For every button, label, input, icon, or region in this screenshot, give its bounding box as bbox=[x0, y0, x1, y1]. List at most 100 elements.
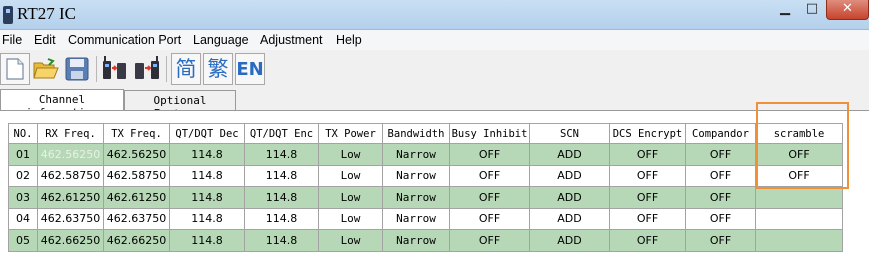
cell-qt-enc[interactable]: 114.8 bbox=[244, 164, 319, 187]
col-scn-header[interactable]: SCN bbox=[529, 123, 610, 144]
cell-rx-freq[interactable]: 462.56250 bbox=[37, 143, 104, 166]
cell-compandor[interactable]: OFF bbox=[685, 186, 756, 209]
minimize-button[interactable]: ▁ bbox=[774, 0, 796, 20]
cell-bandwidth[interactable]: Narrow bbox=[382, 207, 450, 230]
cell-qt-enc[interactable]: 114.8 bbox=[244, 229, 319, 252]
menu-language[interactable]: Language bbox=[193, 33, 249, 47]
cell-dcs-encrypt[interactable]: OFF bbox=[609, 229, 686, 252]
cell-dcs-encrypt[interactable]: OFF bbox=[609, 207, 686, 230]
table-row[interactable]: 05 462.66250 462.66250 114.8 114.8 Low N… bbox=[8, 229, 843, 252]
cell-bandwidth[interactable]: Narrow bbox=[382, 143, 450, 166]
cell-scn[interactable]: ADD bbox=[529, 164, 610, 187]
tab-channel-information[interactable]: Channel information bbox=[0, 89, 124, 119]
menu-communication-port[interactable]: Communication Port bbox=[68, 33, 181, 47]
cell-tx-freq[interactable]: 462.61250 bbox=[103, 186, 170, 209]
cell-scn[interactable]: ADD bbox=[529, 207, 610, 230]
traditional-chinese-button[interactable]: 繁 bbox=[203, 53, 233, 85]
floppy-disk-icon bbox=[65, 57, 89, 81]
cell-compandor[interactable]: OFF bbox=[685, 207, 756, 230]
menu-file[interactable]: File bbox=[2, 33, 22, 47]
new-file-button[interactable] bbox=[0, 53, 30, 85]
tab-optional-features[interactable]: Optional Features bbox=[124, 90, 236, 120]
cell-scramble[interactable] bbox=[755, 207, 843, 230]
read-from-radio-button[interactable] bbox=[100, 53, 130, 85]
col-tx-freq-header[interactable]: TX Freq. bbox=[103, 123, 170, 144]
col-rx-freq-header[interactable]: RX Freq. bbox=[37, 123, 104, 144]
cell-qt-dec[interactable]: 114.8 bbox=[169, 143, 245, 166]
col-qt-enc-header[interactable]: QT/DQT Enc bbox=[244, 123, 319, 144]
cell-tx-freq[interactable]: 462.63750 bbox=[103, 207, 170, 230]
col-scramble-header[interactable]: scramble bbox=[755, 123, 843, 144]
cell-qt-dec[interactable]: 114.8 bbox=[169, 229, 245, 252]
cell-dcs-encrypt[interactable]: OFF bbox=[609, 143, 686, 166]
cell-scramble[interactable] bbox=[755, 229, 843, 252]
menu-help[interactable]: Help bbox=[336, 33, 362, 47]
cell-no[interactable]: 04 bbox=[8, 207, 38, 230]
cell-compandor[interactable]: OFF bbox=[685, 229, 756, 252]
save-button[interactable] bbox=[62, 53, 92, 85]
cell-rx-freq[interactable]: 462.61250 bbox=[37, 186, 104, 209]
col-qt-dec-header[interactable]: QT/DQT Dec bbox=[169, 123, 245, 144]
cell-scramble[interactable]: OFF bbox=[755, 164, 843, 187]
window-title: RT27 IC bbox=[17, 4, 76, 23]
title-bar[interactable]: RT27 IC ▁ □ ✕ bbox=[0, 0, 869, 30]
col-no-header[interactable]: NO. bbox=[8, 123, 38, 144]
cell-compandor[interactable]: OFF bbox=[685, 164, 756, 187]
col-compandor-header[interactable]: Compandor bbox=[685, 123, 756, 144]
maximize-button[interactable]: □ bbox=[800, 0, 824, 20]
close-button[interactable]: ✕ bbox=[826, 0, 869, 20]
cell-busy-inhibit[interactable]: OFF bbox=[449, 186, 530, 209]
cell-bandwidth[interactable]: Narrow bbox=[382, 229, 450, 252]
simplified-chinese-button[interactable]: 简 bbox=[171, 53, 201, 85]
cell-busy-inhibit[interactable]: OFF bbox=[449, 164, 530, 187]
col-bandwidth-header[interactable]: Bandwidth bbox=[382, 123, 450, 144]
cell-qt-enc[interactable]: 114.8 bbox=[244, 207, 319, 230]
cell-rx-freq[interactable]: 462.63750 bbox=[37, 207, 104, 230]
cell-qt-enc[interactable]: 114.8 bbox=[244, 143, 319, 166]
cell-tx-power[interactable]: Low bbox=[318, 207, 383, 230]
table-row[interactable]: 04 462.63750 462.63750 114.8 114.8 Low N… bbox=[8, 207, 843, 230]
cell-scramble[interactable]: OFF bbox=[755, 143, 843, 166]
table-row[interactable]: 03 462.61250 462.61250 114.8 114.8 Low N… bbox=[8, 186, 843, 209]
cell-tx-freq[interactable]: 462.58750 bbox=[103, 164, 170, 187]
cell-dcs-encrypt[interactable]: OFF bbox=[609, 186, 686, 209]
cell-bandwidth[interactable]: Narrow bbox=[382, 186, 450, 209]
col-busy-inhibit-header[interactable]: Busy Inhibit bbox=[449, 123, 530, 144]
cell-qt-dec[interactable]: 114.8 bbox=[169, 164, 245, 187]
table-row[interactable]: 02 462.58750 462.58750 114.8 114.8 Low N… bbox=[8, 164, 843, 187]
cell-bandwidth[interactable]: Narrow bbox=[382, 164, 450, 187]
close-icon: ✕ bbox=[842, 1, 853, 16]
open-file-button[interactable] bbox=[31, 53, 61, 85]
cell-tx-freq[interactable]: 462.56250 bbox=[103, 143, 170, 166]
cell-busy-inhibit[interactable]: OFF bbox=[449, 207, 530, 230]
cell-busy-inhibit[interactable]: OFF bbox=[449, 229, 530, 252]
english-button[interactable]: EN bbox=[235, 53, 265, 85]
cell-qt-dec[interactable]: 114.8 bbox=[169, 207, 245, 230]
cell-tx-power[interactable]: Low bbox=[318, 143, 383, 166]
cell-tx-freq[interactable]: 462.66250 bbox=[103, 229, 170, 252]
cell-scn[interactable]: ADD bbox=[529, 229, 610, 252]
cell-no[interactable]: 03 bbox=[8, 186, 38, 209]
table-row[interactable]: 01 462.56250 462.56250 114.8 114.8 Low N… bbox=[8, 143, 843, 166]
cell-rx-freq[interactable]: 462.66250 bbox=[37, 229, 104, 252]
cell-dcs-encrypt[interactable]: OFF bbox=[609, 164, 686, 187]
cell-tx-power[interactable]: Low bbox=[318, 229, 383, 252]
cell-rx-freq[interactable]: 462.58750 bbox=[37, 164, 104, 187]
cell-qt-enc[interactable]: 114.8 bbox=[244, 186, 319, 209]
cell-scn[interactable]: ADD bbox=[529, 186, 610, 209]
menu-edit[interactable]: Edit bbox=[34, 33, 56, 47]
cell-no[interactable]: 02 bbox=[8, 164, 38, 187]
cell-busy-inhibit[interactable]: OFF bbox=[449, 143, 530, 166]
cell-tx-power[interactable]: Low bbox=[318, 164, 383, 187]
menu-adjustment[interactable]: Adjustment bbox=[260, 33, 323, 47]
cell-scramble[interactable] bbox=[755, 186, 843, 209]
cell-scn[interactable]: ADD bbox=[529, 143, 610, 166]
cell-tx-power[interactable]: Low bbox=[318, 186, 383, 209]
cell-qt-dec[interactable]: 114.8 bbox=[169, 186, 245, 209]
write-to-radio-button[interactable] bbox=[132, 53, 162, 85]
col-tx-power-header[interactable]: TX Power bbox=[318, 123, 383, 144]
cell-compandor[interactable]: OFF bbox=[685, 143, 756, 166]
col-dcs-encrypt-header[interactable]: DCS Encrypt bbox=[609, 123, 686, 144]
cell-no[interactable]: 01 bbox=[8, 143, 38, 166]
cell-no[interactable]: 05 bbox=[8, 229, 38, 252]
